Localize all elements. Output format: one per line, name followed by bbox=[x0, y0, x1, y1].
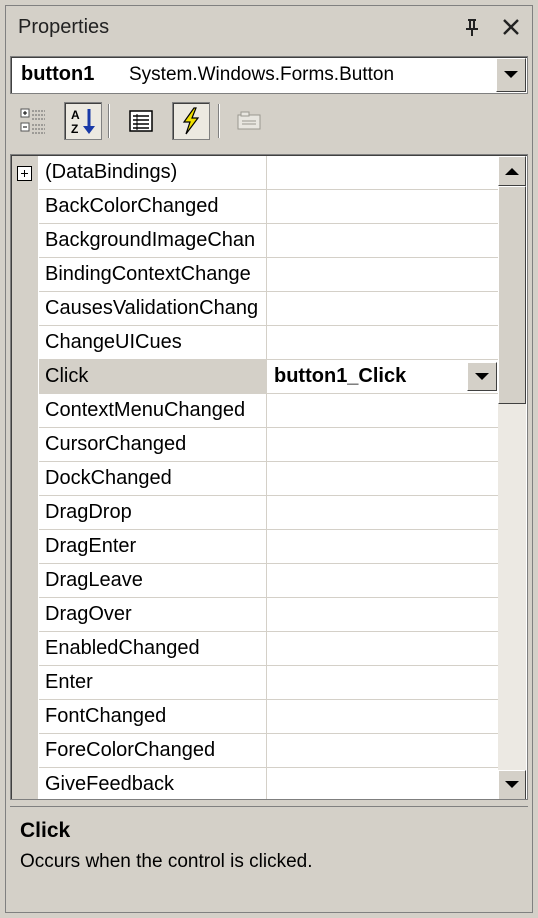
description-pane: Click Occurs when the control is clicked… bbox=[10, 806, 528, 909]
chevron-down-icon bbox=[475, 372, 489, 380]
alphabetical-icon: A Z bbox=[71, 108, 95, 136]
toolbar-separator bbox=[218, 104, 220, 138]
event-name[interactable]: CursorChanged bbox=[39, 428, 267, 461]
svg-text:A: A bbox=[71, 108, 80, 122]
event-row[interactable]: GiveFeedback bbox=[39, 768, 499, 799]
events-button[interactable] bbox=[172, 102, 210, 140]
scroll-thumb[interactable] bbox=[498, 186, 526, 404]
property-grid: (DataBindings) BackColorChanged Background… bbox=[10, 154, 528, 800]
event-handler-value[interactable] bbox=[268, 700, 498, 733]
event-handler-value[interactable] bbox=[268, 394, 498, 427]
property-pages-icon bbox=[237, 111, 261, 130]
chevron-up-icon bbox=[505, 168, 519, 175]
event-handler-value[interactable] bbox=[268, 462, 498, 495]
description-title: Click bbox=[20, 819, 71, 842]
event-name[interactable]: ContextMenuChanged bbox=[39, 394, 267, 427]
event-row[interactable]: ChangeUICues bbox=[39, 326, 499, 360]
event-handler-value[interactable] bbox=[268, 666, 498, 699]
event-row[interactable]: EnabledChanged bbox=[39, 632, 499, 666]
event-handler-value[interactable] bbox=[268, 224, 498, 257]
event-row[interactable]: ContextMenuChanged bbox=[39, 394, 499, 428]
chevron-down-icon bbox=[504, 71, 518, 78]
toolbar-separator bbox=[108, 104, 110, 138]
event-row[interactable]: BindingContextChange bbox=[39, 258, 499, 292]
event-handler-value[interactable]: button1_Click bbox=[268, 360, 498, 393]
event-handler-value[interactable] bbox=[268, 326, 498, 359]
event-handler-value[interactable] bbox=[268, 632, 498, 665]
alphabetical-button[interactable]: A Z bbox=[64, 102, 102, 140]
event-name[interactable]: DragLeave bbox=[39, 564, 267, 597]
expand-databindings-icon[interactable] bbox=[17, 166, 32, 181]
svg-text:Z: Z bbox=[71, 122, 78, 136]
scroll-down-button[interactable] bbox=[498, 770, 526, 799]
event-name[interactable]: BackColorChanged bbox=[39, 190, 267, 223]
event-name[interactable]: EnabledChanged bbox=[39, 632, 267, 665]
object-type: System.Windows.Forms.Button bbox=[129, 64, 395, 85]
event-handler-value[interactable] bbox=[268, 428, 498, 461]
vertical-scrollbar[interactable] bbox=[498, 156, 526, 799]
event-handler-value[interactable] bbox=[268, 292, 498, 325]
event-row[interactable]: BackgroundImageChan bbox=[39, 224, 499, 258]
event-name[interactable]: Click bbox=[39, 360, 267, 393]
close-icon[interactable] bbox=[500, 16, 522, 38]
event-name[interactable]: ForeColorChanged bbox=[39, 734, 267, 767]
event-row[interactable]: DragOver bbox=[39, 598, 499, 632]
property-pages-button[interactable] bbox=[230, 102, 268, 140]
properties-button[interactable] bbox=[122, 102, 160, 140]
event-row[interactable]: Click button1_Click bbox=[39, 360, 499, 394]
description-text: Occurs when the control is clicked. bbox=[20, 851, 313, 872]
grid-gutter bbox=[12, 156, 38, 799]
pin-icon[interactable] bbox=[462, 16, 482, 38]
event-row[interactable]: Enter bbox=[39, 666, 499, 700]
event-name[interactable]: Enter bbox=[39, 666, 267, 699]
event-row[interactable]: FontChanged bbox=[39, 700, 499, 734]
event-list: (DataBindings) BackColorChanged Background… bbox=[39, 156, 499, 799]
properties-icon bbox=[129, 110, 153, 132]
event-row[interactable]: CausesValidationChang bbox=[39, 292, 499, 326]
event-name[interactable]: CausesValidationChang bbox=[39, 292, 267, 325]
categorized-button[interactable] bbox=[14, 102, 52, 140]
event-name[interactable]: BindingContextChange bbox=[39, 258, 267, 291]
event-row[interactable]: CursorChanged bbox=[39, 428, 499, 462]
event-name[interactable]: DragEnter bbox=[39, 530, 267, 563]
event-name[interactable]: FontChanged bbox=[39, 700, 267, 733]
events-icon bbox=[182, 107, 200, 135]
object-selector[interactable]: button1 System.Windows.Forms.Button bbox=[10, 56, 528, 94]
event-name[interactable]: GiveFeedback bbox=[39, 768, 267, 799]
event-row[interactable]: DragEnter bbox=[39, 530, 499, 564]
event-row[interactable]: BackColorChanged bbox=[39, 190, 499, 224]
properties-window: Properties button1 System.Windows.Forms.… bbox=[5, 5, 533, 913]
event-handler-value[interactable] bbox=[268, 156, 498, 189]
handler-dropdown-button[interactable] bbox=[467, 362, 497, 391]
object-selector-dropdown-button[interactable] bbox=[496, 58, 526, 92]
event-row[interactable]: DockChanged bbox=[39, 462, 499, 496]
object-name: button1 bbox=[21, 63, 95, 85]
event-name[interactable]: ChangeUICues bbox=[39, 326, 267, 359]
event-row[interactable]: ForeColorChanged bbox=[39, 734, 499, 768]
event-handler-value[interactable] bbox=[268, 598, 498, 631]
title-bar: Properties bbox=[6, 6, 532, 48]
event-name[interactable]: DockChanged bbox=[39, 462, 267, 495]
event-handler-value[interactable] bbox=[268, 496, 498, 529]
event-handler-value[interactable] bbox=[268, 768, 498, 799]
event-row[interactable]: DragLeave bbox=[39, 564, 499, 598]
event-name[interactable]: DragDrop bbox=[39, 496, 267, 529]
event-row[interactable]: (DataBindings) bbox=[39, 156, 499, 190]
event-handler-value[interactable] bbox=[268, 564, 498, 597]
categorized-icon bbox=[20, 108, 45, 134]
toolbar: A Z bbox=[10, 98, 528, 148]
event-handler-value[interactable] bbox=[268, 258, 498, 291]
event-name[interactable]: DragOver bbox=[39, 598, 267, 631]
event-handler-value[interactable] bbox=[268, 190, 498, 223]
event-handler-value[interactable] bbox=[268, 734, 498, 767]
scroll-up-button[interactable] bbox=[498, 156, 526, 186]
event-name[interactable]: BackgroundImageChan bbox=[39, 224, 267, 257]
event-row[interactable]: DragDrop bbox=[39, 496, 499, 530]
event-handler-value[interactable] bbox=[268, 530, 498, 563]
event-name[interactable]: (DataBindings) bbox=[39, 156, 267, 189]
chevron-down-icon bbox=[505, 781, 519, 788]
window-title: Properties bbox=[18, 16, 110, 38]
